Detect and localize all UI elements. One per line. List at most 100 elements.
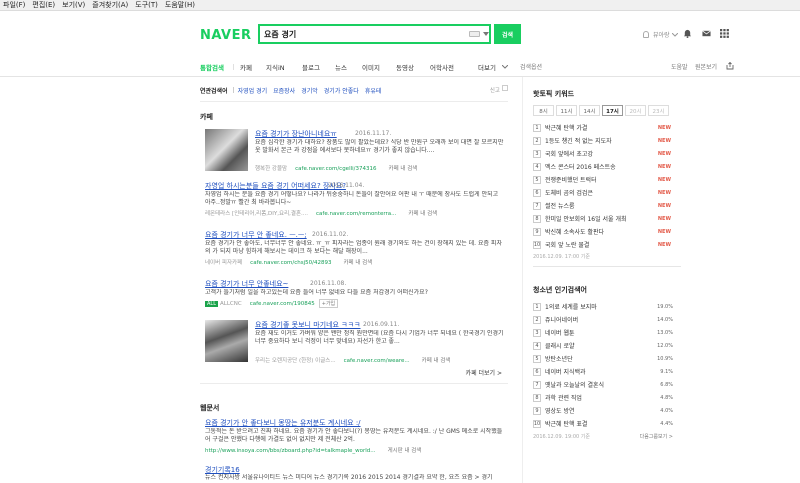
hot-rank-item[interactable]: 5 전쟁준비했던 트럭터 NEW: [533, 173, 681, 186]
related-item[interactable]: 휴유테: [365, 86, 382, 95]
result-source[interactable]: 우리는 오렌지공단 (한정) 이글스...: [255, 358, 336, 364]
autocomplete-dropdown-icon[interactable]: [483, 32, 489, 36]
rank-keyword[interactable]: 국회 앞 노란 물결: [545, 240, 589, 249]
rank-keyword[interactable]: 영상도 방연: [545, 406, 575, 415]
user-name[interactable]: 뷰아랑: [653, 30, 670, 39]
keyboard-icon[interactable]: [469, 31, 480, 37]
result-title[interactable]: 요즘 경기가 안 좋다보니 몽땅는 유저분도 계시네요 :/: [205, 418, 361, 428]
join-cafe-button[interactable]: +가입: [318, 299, 339, 308]
result-source[interactable]: 행복한 강물맘: [255, 166, 287, 172]
rank-keyword[interactable]: 네이버 지식백과: [545, 367, 586, 376]
related-item[interactable]: 요즘장사: [273, 86, 295, 95]
result-title[interactable]: 자영업 하시는분들 요즘 경기 어떠세요? 장사요?: [205, 181, 346, 191]
cafe-more-link[interactable]: 카페 더보기 >: [466, 368, 502, 377]
rank-keyword[interactable]: 1의료 세계를 보지마: [545, 302, 597, 311]
related-item[interactable]: 경기악: [301, 86, 318, 95]
result-title[interactable]: 요즘 경기가 장난아니네요ㅠ: [255, 129, 337, 139]
cafe-search-link[interactable]: 카페 내 검색: [408, 211, 437, 217]
result-thumbnail[interactable]: [205, 320, 248, 362]
cafe-search-link[interactable]: 카페 내 검색: [344, 260, 373, 266]
rank-keyword[interactable]: 클래시 로얄: [545, 341, 575, 350]
rank-keyword[interactable]: 1등도 챙긴 적 없는 지도자: [545, 136, 612, 145]
result-url[interactable]: cafe.naver.com/remonterra...: [316, 211, 396, 217]
search-input[interactable]: [264, 28, 454, 40]
rank-keyword[interactable]: 네이버 웹툰: [545, 328, 575, 337]
next-group-link[interactable]: 다음그룹보기 >: [640, 433, 673, 440]
hot-rank-item[interactable]: 1 박근혜 탄핵 가결 NEW: [533, 121, 681, 134]
report-link[interactable]: 신고: [490, 86, 500, 94]
hour-tab[interactable]: 23시: [648, 105, 669, 116]
cafe-search-link[interactable]: 카페 내 검색: [422, 358, 451, 364]
tab-image[interactable]: 이미지: [362, 62, 380, 72]
hot-rank-item[interactable]: 8 한미일 안보회의 16일 서울 개최 NEW: [533, 212, 681, 225]
result-title[interactable]: 요즘 경기좋 못보니 마기네요 ㅋㅋㅋ: [255, 320, 361, 330]
result-title[interactable]: 요즘 경기가 너무 안좋네요~: [205, 279, 288, 289]
rank-keyword[interactable]: 박신혜 소속사도 활판다: [545, 227, 604, 236]
related-toggle-icon[interactable]: [502, 85, 508, 91]
youth-rank-item[interactable]: 9 영상도 방연 4.0%: [533, 404, 681, 417]
rank-keyword[interactable]: 박근혜 탄핵 표결: [545, 419, 587, 428]
search-options-button[interactable]: 검색옵션: [520, 62, 542, 71]
search-box[interactable]: [258, 24, 491, 44]
tab-cafe[interactable]: 카페: [240, 62, 252, 72]
tab-all[interactable]: 통합검색: [200, 62, 224, 72]
tab-more[interactable]: 더보기: [478, 62, 496, 72]
user-menu[interactable]: 뷰아랑: [643, 30, 678, 39]
browser-menu-item[interactable]: 도움말(H): [165, 0, 195, 10]
hour-tab-active[interactable]: 17시: [602, 105, 623, 116]
rank-keyword[interactable]: 한미일 안보회의 16일 서울 개최: [545, 214, 627, 223]
rank-keyword[interactable]: 방탄소년단: [545, 354, 573, 363]
hot-rank-item[interactable]: 7 썰전 뉴스룸 NEW: [533, 199, 681, 212]
youth-rank-item[interactable]: 6 네이버 지식백과 9.1%: [533, 365, 681, 378]
hot-rank-item[interactable]: 9 박신혜 소속사도 활판다 NEW: [533, 225, 681, 238]
cafe-search-link[interactable]: 카페 내 검색: [389, 166, 418, 172]
hour-tab[interactable]: 20시: [625, 105, 646, 116]
tab-news[interactable]: 뉴스: [335, 62, 347, 72]
youth-rank-item[interactable]: 8 과학 관련 직업 4.8%: [533, 391, 681, 404]
result-source[interactable]: 네이버 피자카페: [205, 260, 242, 266]
rank-keyword[interactable]: 멕스 콘스터 2016 페스트송: [545, 162, 616, 171]
result-thumbnail[interactable]: [205, 129, 248, 171]
share-icon[interactable]: [726, 62, 734, 70]
browser-menu-item[interactable]: 보기(V): [62, 0, 85, 10]
hot-rank-item[interactable]: 3 국회 앞에서 초고강 NEW: [533, 147, 681, 160]
rank-keyword[interactable]: 전쟁준비했던 트럭터: [545, 175, 597, 184]
browser-menu-item[interactable]: 파일(F): [3, 0, 25, 10]
search-button[interactable]: 검색: [494, 24, 521, 44]
result-url[interactable]: cafe.naver.com/cgelli/374316: [295, 166, 376, 172]
youth-rank-item[interactable]: 7 옛날과 오늘날의 결혼식 6.8%: [533, 378, 681, 391]
result-url[interactable]: cafe.naver.com/190845: [250, 301, 315, 307]
result-url[interactable]: http://www.insoya.com/bbs/zboard.php?id=…: [205, 448, 376, 454]
bell-icon[interactable]: [683, 29, 692, 38]
youth-rank-item[interactable]: 4 클래시 로얄 12.0%: [533, 339, 681, 352]
app-grid-icon[interactable]: [720, 29, 729, 38]
hot-rank-item[interactable]: 6 도체비 곰의 검검은 NEW: [533, 186, 681, 199]
tab-video[interactable]: 동영상: [396, 62, 414, 72]
tab-dictionary[interactable]: 어학사전: [430, 62, 454, 72]
tab-blog[interactable]: 블로그: [302, 62, 320, 72]
youth-rank-item[interactable]: 10 박근혜 탄핵 표결 4.4%: [533, 417, 681, 430]
hour-tab[interactable]: 14시: [579, 105, 600, 116]
youth-rank-item[interactable]: 1 1의료 세계를 보지마 19.0%: [533, 300, 681, 313]
hour-tab[interactable]: 8시: [533, 105, 554, 116]
hour-tab[interactable]: 11시: [556, 105, 577, 116]
hot-rank-item[interactable]: 4 멕스 콘스터 2016 페스트송 NEW: [533, 160, 681, 173]
youth-rank-item[interactable]: 2 쥬니어네이버 14.0%: [533, 313, 681, 326]
naver-logo[interactable]: NAVER: [200, 28, 252, 43]
browser-menu-item[interactable]: 즐겨찾기(A): [92, 0, 128, 10]
rank-keyword[interactable]: 과학 관련 직업: [545, 393, 582, 402]
related-item[interactable]: 자영업 경기: [238, 86, 268, 95]
youth-rank-item[interactable]: 3 네이버 웹툰 13.0%: [533, 326, 681, 339]
result-source[interactable]: ALLCNC: [220, 301, 242, 307]
help-link[interactable]: 도움말: [671, 62, 688, 71]
board-search-link[interactable]: 게시판 내 검색: [388, 448, 422, 454]
original-view-link[interactable]: 원본보기: [695, 62, 717, 71]
rank-keyword[interactable]: 옛날과 오늘날의 결혼식: [545, 380, 604, 389]
browser-menu-item[interactable]: 편집(E): [32, 0, 55, 10]
result-title[interactable]: 요즘 경기가 너무 안 좋네요. ㅡ.ㅡ;: [205, 230, 307, 240]
rank-keyword[interactable]: 쥬니어네이버: [545, 315, 578, 324]
hot-rank-item[interactable]: 2 1등도 챙긴 적 없는 지도자 NEW: [533, 134, 681, 147]
result-url[interactable]: cafe.naver.com/chsj50/42893: [250, 260, 331, 266]
hot-rank-item[interactable]: 10 국회 앞 노란 물결 NEW: [533, 238, 681, 251]
result-source[interactable]: 레몬테라스 [인테리어,리폼,DIY,요리,결혼....: [205, 211, 308, 217]
